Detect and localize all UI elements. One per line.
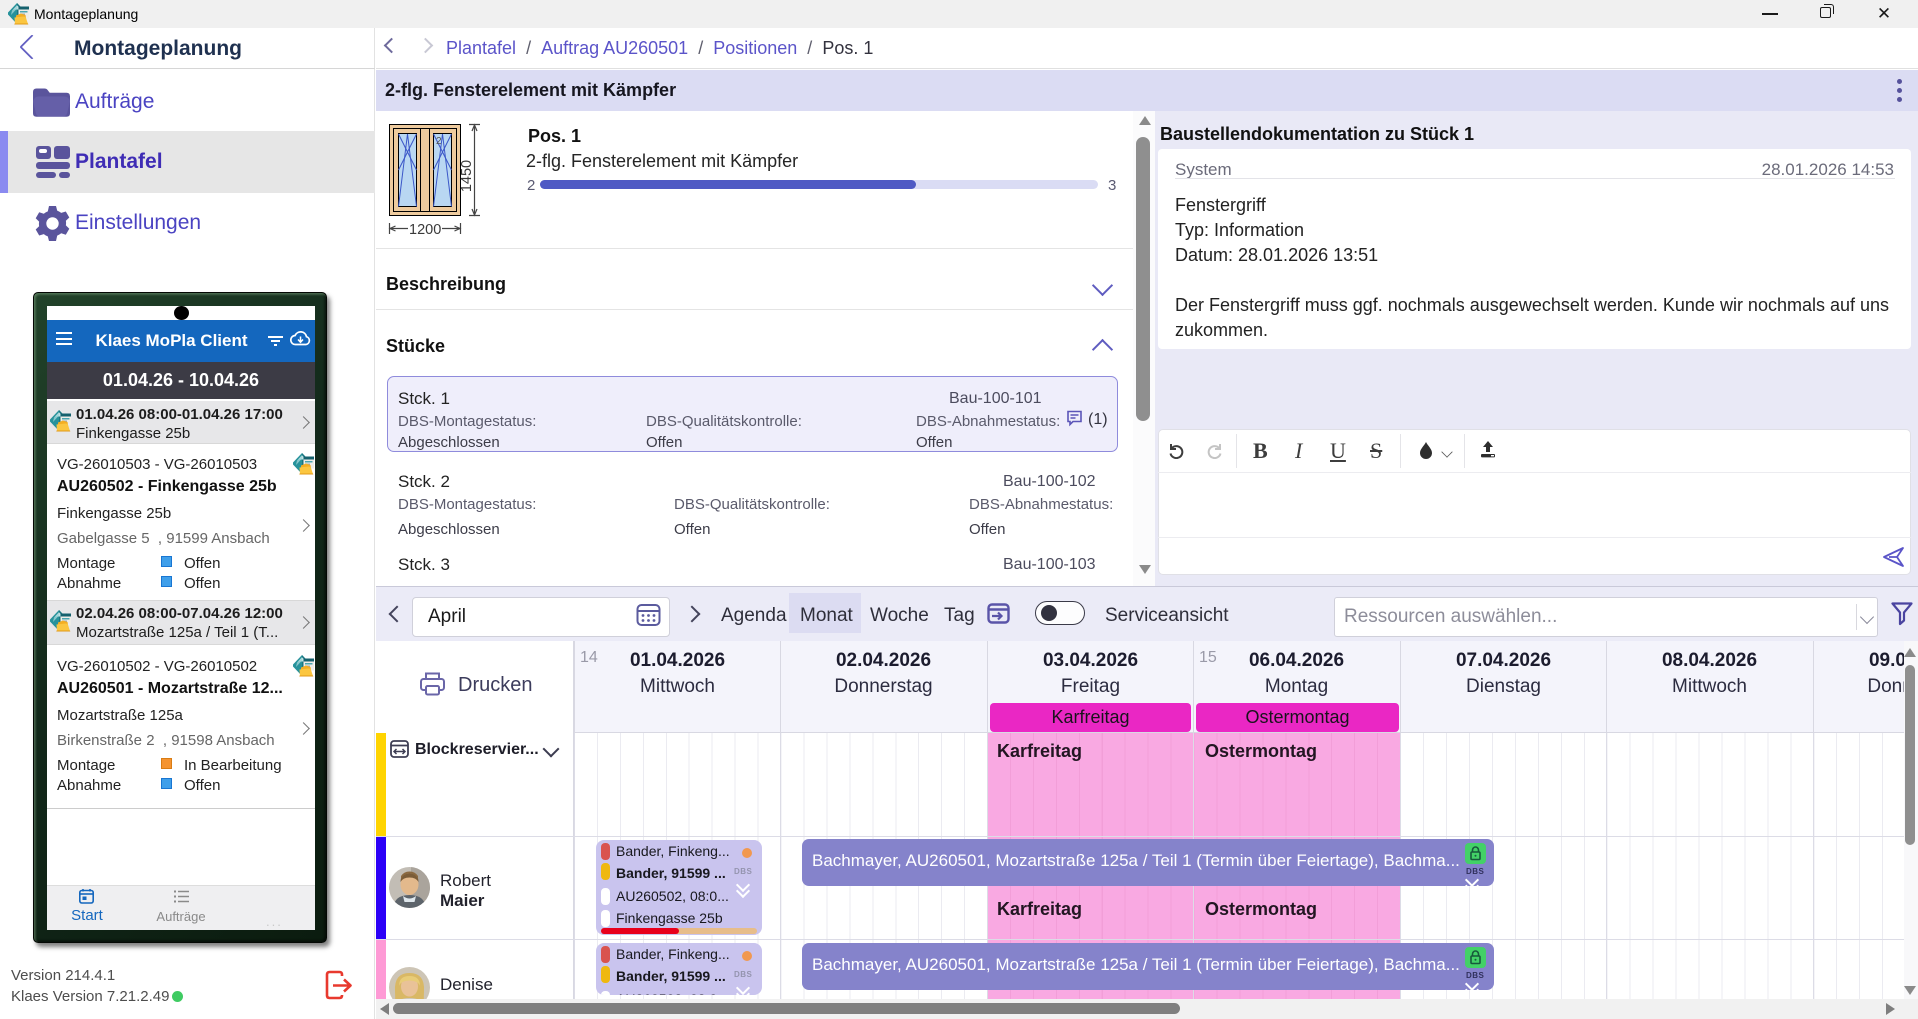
svg-text:1200: 1200	[409, 222, 441, 238]
svg-text:1450: 1450	[459, 160, 475, 192]
svg-text:2: 2	[436, 136, 442, 147]
